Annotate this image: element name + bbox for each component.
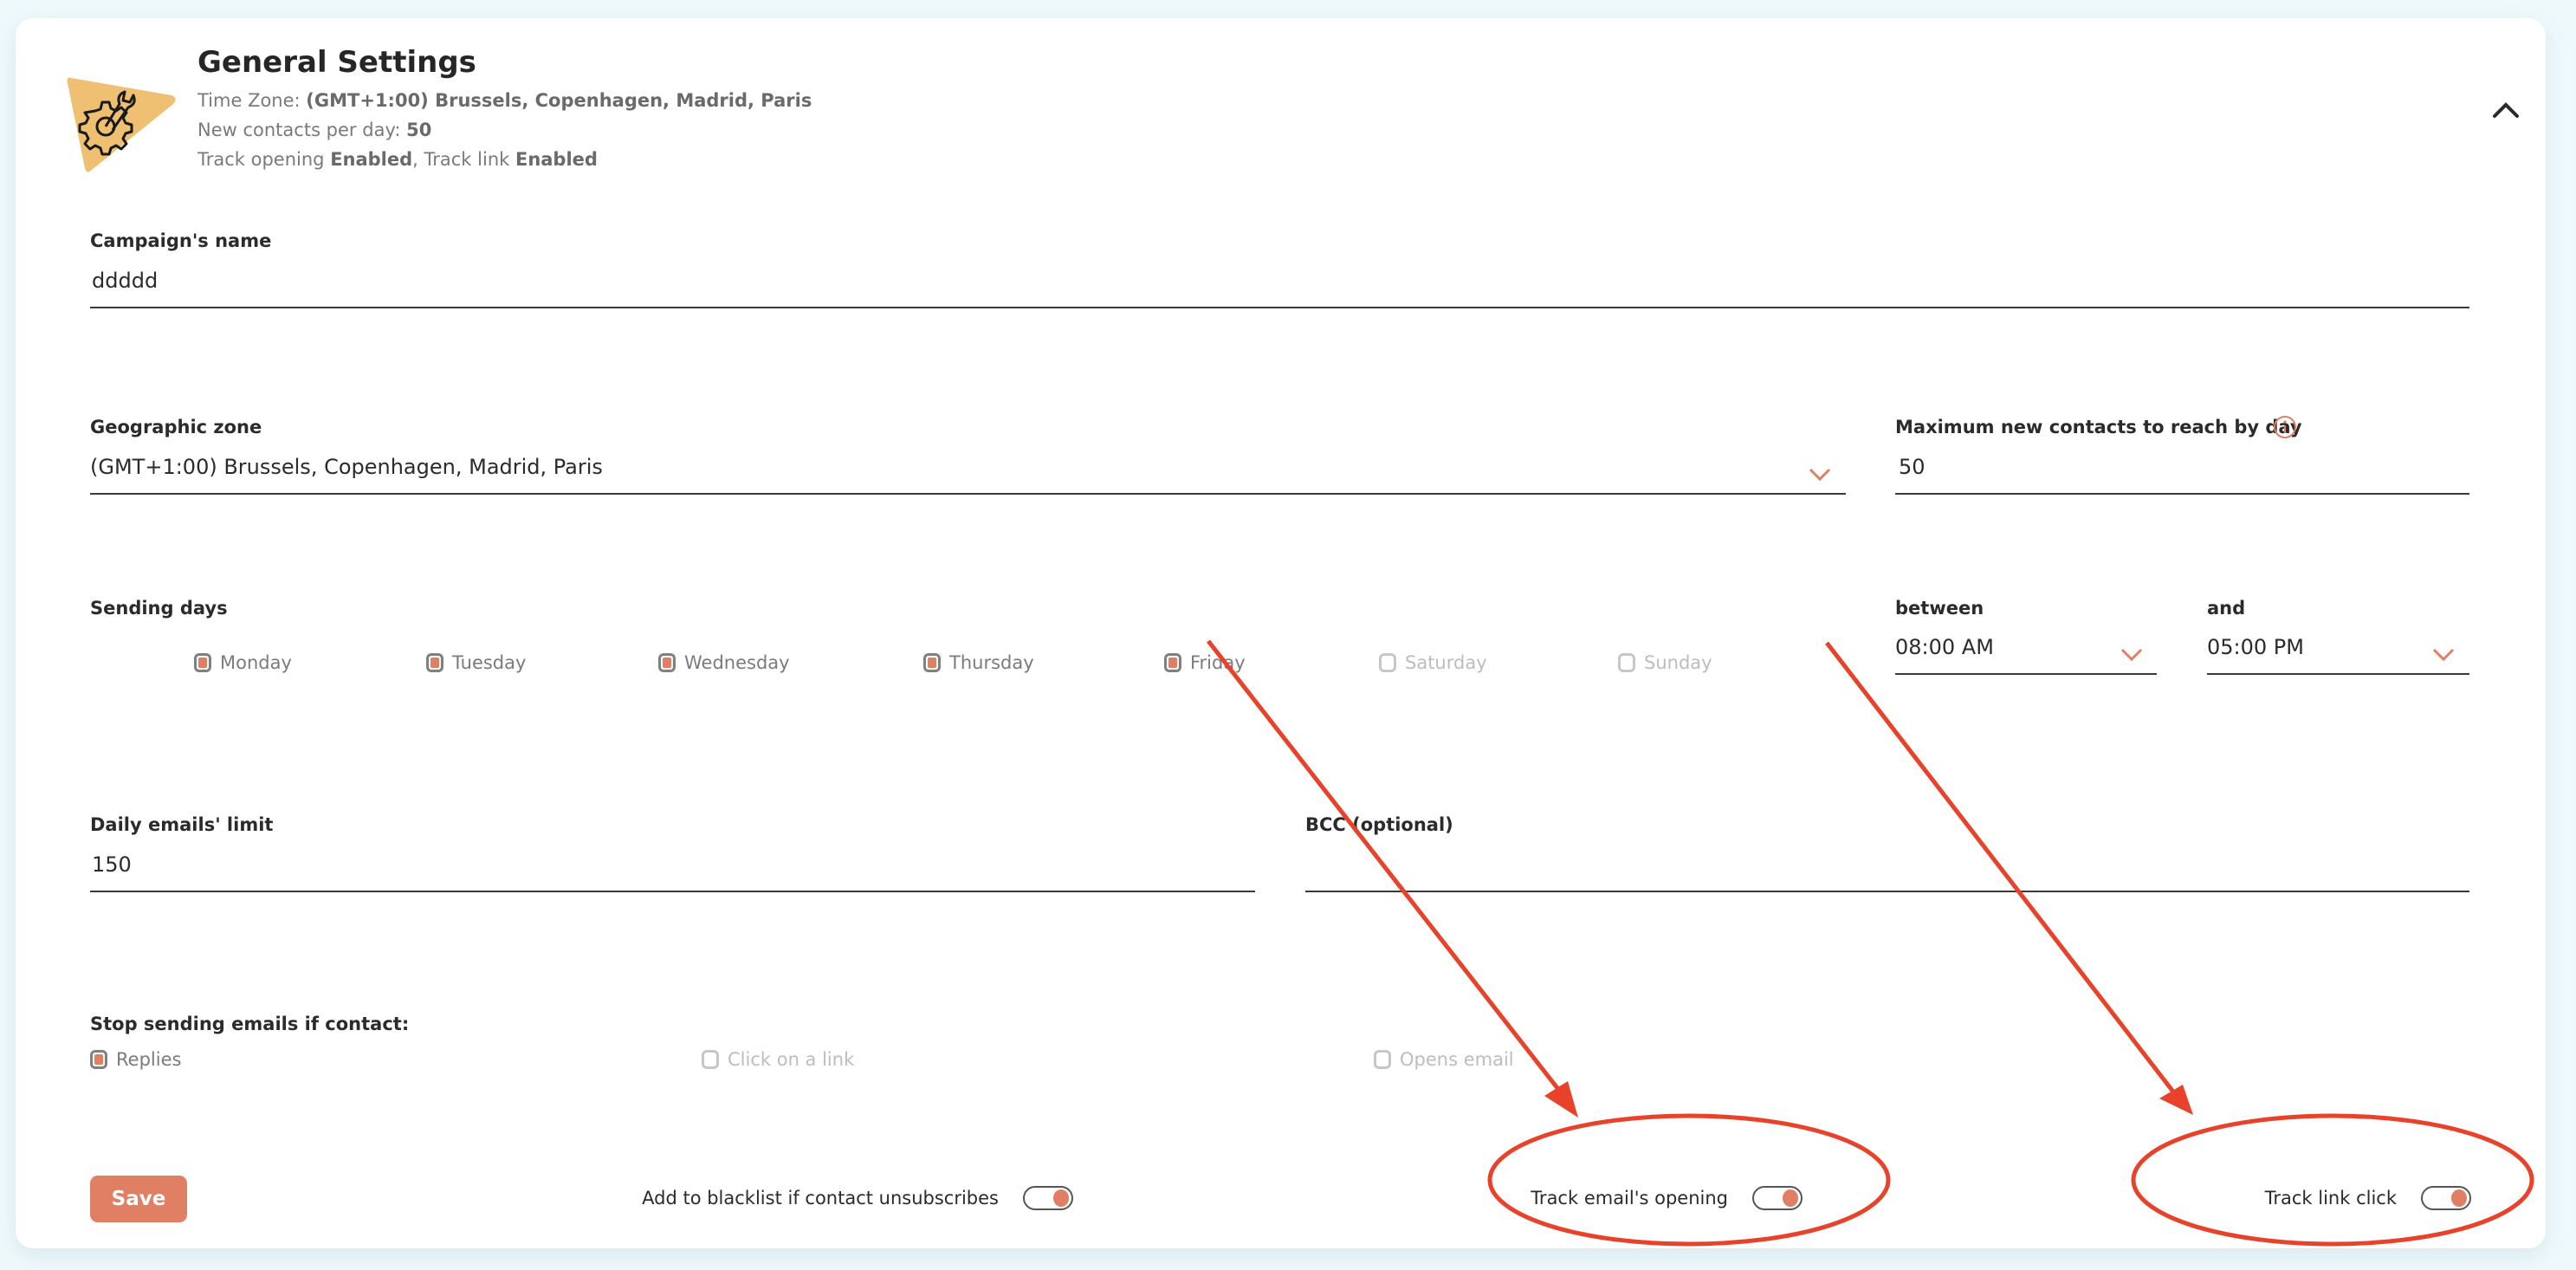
checkbox-label: Opens email: [1400, 1049, 1514, 1070]
stop-sending-label: Stop sending emails if contact:: [90, 1014, 410, 1034]
checkbox-checked-icon[interactable]: [90, 1050, 107, 1069]
checkbox-label: Replies: [116, 1049, 182, 1070]
tracking-summary: Track opening Enabled, Track link Enable…: [197, 149, 598, 170]
checkbox-checked-icon[interactable]: [923, 653, 941, 672]
checkbox-label: Thursday: [949, 652, 1034, 673]
campaign-name-label: Campaign's name: [90, 230, 272, 251]
checkbox-fill: [430, 658, 439, 668]
campaign-name-underline: [90, 307, 2469, 308]
gear-wrench-icon: [62, 69, 184, 177]
daily-limit-label: Daily emails' limit: [90, 814, 274, 835]
checkbox-checked-icon[interactable]: [194, 653, 211, 672]
checkbox-label: Wednesday: [684, 652, 790, 673]
max-contacts-underline: [1895, 493, 2469, 495]
track-opening-prefix: Track opening: [197, 149, 331, 170]
end-time-underline: [2207, 673, 2469, 675]
blacklist-toggle[interactable]: [1023, 1186, 1073, 1210]
checkbox-unchecked-icon[interactable]: [1379, 653, 1396, 672]
chevron-down-icon[interactable]: [1809, 468, 1831, 482]
contacts-prefix: New contacts per day:: [197, 120, 407, 140]
track-link-toggle-row: Track link click: [2265, 1186, 2471, 1210]
toggle-knob: [1783, 1189, 1798, 1207]
timezone-summary: Time Zone: (GMT+1:00) Brussels, Copenhag…: [197, 90, 812, 111]
checkbox-fill: [663, 658, 671, 668]
bcc-underline: [1305, 891, 2469, 892]
geographic-zone-underline: [90, 493, 1846, 495]
day-checkbox-wednesday[interactable]: Wednesday: [658, 652, 790, 673]
blacklist-label: Add to blacklist if contact unsubscribes: [642, 1188, 999, 1208]
stop-checkbox-replies[interactable]: Replies: [90, 1049, 181, 1070]
toggle-knob: [2451, 1189, 2467, 1207]
checkbox-checked-icon[interactable]: [658, 653, 676, 672]
track-opening-toggle[interactable]: [1752, 1186, 1803, 1210]
checkbox-unchecked-icon[interactable]: [702, 1050, 719, 1069]
chevron-down-icon[interactable]: [2120, 648, 2143, 662]
info-icon[interactable]: [2272, 414, 2298, 444]
day-checkbox-sunday[interactable]: Sunday: [1618, 652, 1712, 673]
daily-limit-input[interactable]: 150: [92, 852, 132, 877]
between-label: between: [1895, 598, 1984, 619]
track-opening-label: Track email's opening: [1531, 1188, 1728, 1208]
checkbox-label: Saturday: [1405, 652, 1487, 673]
timezone-prefix: Time Zone:: [197, 90, 307, 111]
checkbox-fill: [198, 658, 207, 668]
timezone-value: (GMT+1:00) Brussels, Copenhagen, Madrid,…: [306, 90, 812, 111]
save-button[interactable]: Save: [90, 1176, 187, 1222]
stop-checkbox-click-on-a-link[interactable]: Click on a link: [702, 1049, 854, 1070]
geographic-zone-label: Geographic zone: [90, 417, 262, 437]
track-opening-value: Enabled: [330, 149, 413, 170]
track-opening-toggle-row: Track email's opening: [1531, 1186, 1803, 1210]
checkbox-checked-icon[interactable]: [1164, 653, 1181, 672]
max-contacts-input[interactable]: 50: [1899, 455, 1926, 479]
day-checkbox-tuesday[interactable]: Tuesday: [426, 652, 526, 673]
checkbox-label: Sunday: [1644, 652, 1712, 673]
chevron-down-icon[interactable]: [2432, 648, 2455, 662]
day-checkbox-monday[interactable]: Monday: [194, 652, 292, 673]
sending-days-label: Sending days: [90, 598, 228, 619]
max-contacts-label: Maximum new contacts to reach by day: [1895, 417, 2302, 437]
start-time-select[interactable]: 08:00 AM: [1895, 635, 1994, 659]
track-link-prefix: , Track link: [412, 149, 515, 170]
checkbox-checked-icon[interactable]: [426, 653, 443, 672]
bcc-label: BCC (optional): [1305, 814, 1453, 835]
checkbox-label: Friday: [1190, 652, 1246, 673]
day-checkbox-friday[interactable]: Friday: [1164, 652, 1246, 673]
contacts-summary: New contacts per day: 50: [197, 120, 431, 140]
bcc-input[interactable]: [1305, 852, 2469, 884]
checkbox-label: Monday: [220, 652, 292, 673]
checkbox-label: Tuesday: [452, 652, 527, 673]
checkbox-fill: [1168, 658, 1177, 668]
stop-checkbox-opens-email[interactable]: Opens email: [1374, 1049, 1514, 1070]
track-link-toggle[interactable]: [2421, 1186, 2471, 1210]
geographic-zone-select[interactable]: (GMT+1:00) Brussels, Copenhagen, Madrid,…: [90, 455, 603, 479]
blacklist-toggle-row: Add to blacklist if contact unsubscribes: [642, 1186, 1073, 1210]
start-time-underline: [1895, 673, 2157, 675]
checkbox-fill: [928, 658, 936, 668]
end-time-select[interactable]: 05:00 PM: [2207, 635, 2304, 659]
toggle-knob: [1053, 1189, 1069, 1207]
checkbox-label: Click on a link: [728, 1049, 855, 1070]
track-link-value: Enabled: [515, 149, 598, 170]
checkbox-unchecked-icon[interactable]: [1374, 1050, 1391, 1069]
general-settings-card: [16, 18, 2546, 1248]
page-title: General Settings: [197, 45, 476, 80]
daily-limit-underline: [90, 891, 1255, 892]
campaign-name-input[interactable]: ddddd: [92, 269, 158, 293]
contacts-value: 50: [406, 120, 432, 140]
track-link-label: Track link click: [2264, 1188, 2397, 1208]
day-checkbox-thursday[interactable]: Thursday: [923, 652, 1034, 673]
day-checkbox-saturday[interactable]: Saturday: [1379, 652, 1487, 673]
and-label: and: [2207, 598, 2246, 619]
checkbox-unchecked-icon[interactable]: [1618, 653, 1635, 672]
chevron-up-icon[interactable]: [2488, 97, 2524, 123]
checkbox-fill: [94, 1054, 103, 1065]
